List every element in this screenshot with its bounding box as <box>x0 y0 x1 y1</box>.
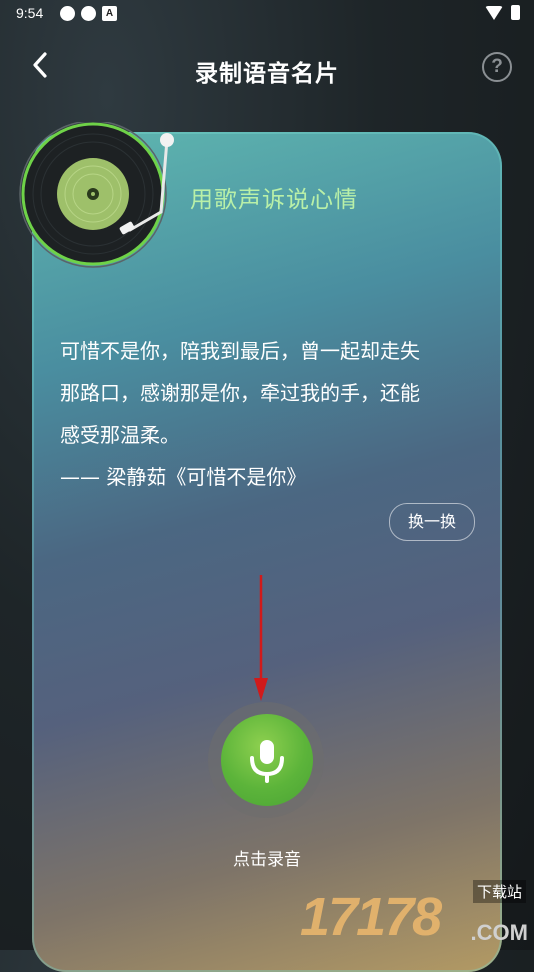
lyrics-line: 那路口，感谢那是你，牵过我的手，还能 <box>60 381 420 405</box>
card-title: 用歌声诉说心情 <box>190 187 358 213</box>
record-label: 点击录音 <box>233 850 301 870</box>
status-time: 9:54 <box>16 5 44 21</box>
status-bar: 9:54 A <box>0 0 534 28</box>
wifi-icon <box>485 5 503 20</box>
watermark-logo: 17178 下载站 .COM <box>300 878 530 948</box>
battery-icon <box>511 5 520 20</box>
red-arrow-icon <box>254 575 268 701</box>
watermark-download: 下载站 <box>472 880 526 903</box>
watermark-domain: .COM <box>470 920 528 945</box>
lyrics-text: 可惜不是你，陪我到最后，曾一起却走失 那路口，感谢那是你，牵过我的手，还能 感受… <box>60 330 490 498</box>
vinyl-record-icon <box>18 120 188 272</box>
watermark-number: 17178 <box>300 887 442 947</box>
status-icons-right <box>485 5 520 20</box>
app-icon-1 <box>60 6 75 21</box>
header: 录制语音名片 ? <box>0 40 534 96</box>
help-button[interactable]: ? <box>482 52 512 82</box>
status-icons-left: A <box>60 6 117 21</box>
record-button[interactable] <box>221 714 313 806</box>
swap-button[interactable]: 换一换 <box>389 503 475 541</box>
app-icon-2 <box>81 6 96 21</box>
lyrics-source: —— 梁静茹《可惜不是你》 <box>60 465 307 489</box>
lyrics-line: 感受那温柔。 <box>60 423 180 447</box>
microphone-icon <box>250 740 284 783</box>
page-title: 录制语音名片 <box>195 61 339 87</box>
a-icon: A <box>102 6 117 21</box>
lyrics-line: 可惜不是你，陪我到最后，曾一起却走失 <box>60 339 420 363</box>
